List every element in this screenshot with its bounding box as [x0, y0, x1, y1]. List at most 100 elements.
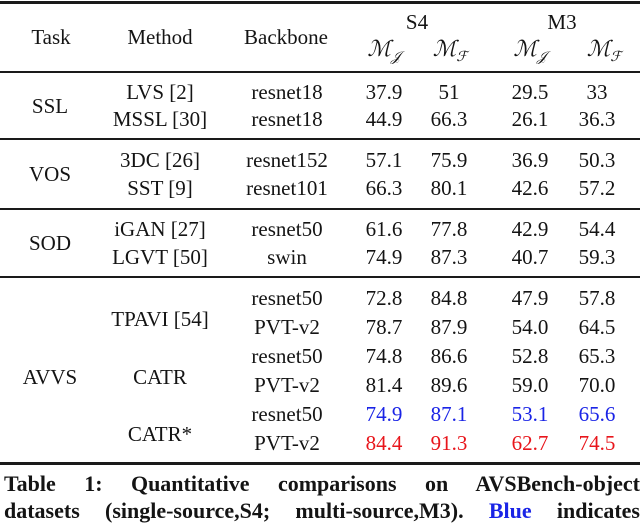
caption-line-2-end: indicates: [556, 498, 640, 523]
cell-s4-mj: 74.9: [365, 402, 403, 426]
cell-m3-mf: 65.6: [578, 402, 616, 426]
cell-method: 3DC [26]: [120, 148, 200, 172]
cell-backbone: resnet18: [251, 80, 323, 104]
cell-s4-mf: 87.1: [430, 402, 468, 426]
cell-s4-mj: 74.9: [365, 245, 403, 269]
cell-backbone: PVT-v2: [254, 373, 320, 397]
cell-s4-mf: 87.3: [430, 245, 468, 269]
cell-m3-mf: 50.3: [578, 148, 616, 172]
cell-s4-mj: 44.9: [365, 107, 403, 131]
cell-m3-mf: 59.3: [578, 245, 616, 269]
cell-s4-mj: 57.1: [365, 148, 403, 172]
table-top-rule: [0, 1, 640, 4]
cell-method: MSSL [30]: [112, 107, 208, 131]
caption-line-2-start: datasets (single-source,S4; multi-source…: [4, 498, 464, 523]
header-bottom-rule: [0, 71, 640, 73]
cell-m3-mj: 53.1: [511, 402, 549, 426]
cell-m3-mj: 54.0: [511, 315, 549, 339]
metric-m-symbol: ℳ: [432, 37, 457, 62]
metric-f-subscript: ℱ: [610, 49, 622, 65]
task-label-vos: VOS: [28, 162, 72, 186]
cell-s4-mf: 66.3: [430, 107, 468, 131]
cell-method: LGVT [50]: [112, 245, 208, 269]
cell-s4-mj: 81.4: [365, 373, 403, 397]
metric-m-symbol: ℳ: [367, 37, 391, 62]
cell-s4-mj: 72.8: [365, 286, 403, 310]
cell-s4-mj: 84.4: [365, 431, 403, 455]
cell-backbone: resnet50: [251, 217, 323, 241]
cell-s4-mj: 66.3: [365, 176, 403, 200]
cell-s4-mf: 87.9: [430, 315, 468, 339]
cell-s4-mj: 74.8: [365, 344, 403, 368]
cell-m3-mf: 57.2: [578, 176, 616, 200]
metric-j-subscript: 𝒥: [536, 49, 547, 65]
cell-backbone: resnet101: [246, 176, 328, 200]
header-group-m3: M3: [547, 10, 577, 34]
table-bottom-rule: [0, 462, 640, 465]
cell-backbone: resnet50: [251, 402, 323, 426]
cell-backbone: swin: [267, 245, 307, 269]
cell-backbone: resnet50: [251, 286, 323, 310]
cell-m3-mf: 36.3: [578, 107, 616, 131]
cell-s4-mf: 89.6: [430, 373, 468, 397]
cell-m3-mf: 54.4: [578, 217, 616, 241]
cell-s4-mj: 61.6: [365, 217, 403, 241]
caption-line-2: datasets (single-source,S4; multi-source…: [4, 497, 640, 524]
method-label-catr-star: CATR*: [127, 422, 193, 446]
cell-m3-mf: 33: [586, 80, 608, 104]
task-label-sod: SOD: [28, 231, 72, 255]
header-group-s4: S4: [405, 10, 429, 34]
cell-backbone: PVT-v2: [254, 315, 320, 339]
header-method: Method: [127, 25, 193, 49]
cell-m3-mf: 65.3: [578, 344, 616, 368]
cell-backbone: resnet50: [251, 344, 323, 368]
caption-blue-word: Blue: [488, 498, 532, 523]
cell-m3-mj: 29.5: [511, 80, 549, 104]
cell-m3-mj: 40.7: [511, 245, 549, 269]
task-label-ssl: SSL: [31, 94, 69, 118]
vos-group-rule: [0, 208, 640, 210]
cell-m3-mj: 52.8: [511, 344, 549, 368]
cell-s4-mf: 80.1: [430, 176, 468, 200]
header-s4-mj: ℳ𝒥: [367, 38, 400, 69]
cell-m3-mj: 47.9: [511, 286, 549, 310]
sod-group-rule: [0, 276, 640, 278]
cell-m3-mf: 64.5: [578, 315, 616, 339]
cell-s4-mf: 51: [438, 80, 460, 104]
cell-s4-mf: 75.9: [430, 148, 468, 172]
header-task: Task: [31, 25, 71, 49]
cell-m3-mf: 57.8: [578, 286, 616, 310]
task-label-avvs: AVVS: [22, 365, 78, 389]
cell-m3-mj: 26.1: [511, 107, 549, 131]
header-backbone: Backbone: [244, 25, 328, 49]
cell-s4-mj: 37.9: [365, 80, 403, 104]
cell-method: iGAN [27]: [114, 217, 206, 241]
cell-m3-mj: 59.0: [511, 373, 549, 397]
header-m3-mf: ℳℱ: [587, 38, 622, 69]
metric-m-symbol: ℳ: [586, 37, 611, 62]
cell-m3-mf: 70.0: [578, 373, 616, 397]
metric-j-subscript: 𝒥: [390, 49, 401, 65]
cell-s4-mf: 84.8: [430, 286, 468, 310]
cell-s4-mf: 77.8: [430, 217, 468, 241]
cell-method: LVS [2]: [126, 80, 194, 104]
cell-s4-mf: 86.6: [430, 344, 468, 368]
cell-m3-mj: 36.9: [511, 148, 549, 172]
cell-m3-mf: 74.5: [578, 431, 616, 455]
cell-method: SST [9]: [127, 176, 193, 200]
cell-m3-mj: 42.6: [511, 176, 549, 200]
ssl-group-rule: [0, 138, 640, 140]
metric-f-subscript: ℱ: [456, 49, 468, 65]
cell-s4-mj: 78.7: [365, 315, 403, 339]
cell-backbone: resnet18: [251, 107, 323, 131]
table-caption: Table 1: Quantitative comparisons on AVS…: [4, 470, 640, 524]
method-label-catr: CATR: [133, 365, 187, 389]
header-m3-mj: ℳ𝒥: [513, 38, 546, 69]
caption-line-1: Table 1: Quantitative comparisons on AVS…: [4, 471, 640, 496]
method-label-tpavi: TPAVI [54]: [111, 307, 209, 331]
metric-m-symbol: ℳ: [513, 37, 537, 62]
cell-backbone: PVT-v2: [254, 431, 320, 455]
header-s4-mf: ℳℱ: [433, 38, 468, 69]
cell-m3-mj: 62.7: [511, 431, 549, 455]
cell-backbone: resnet152: [246, 148, 328, 172]
